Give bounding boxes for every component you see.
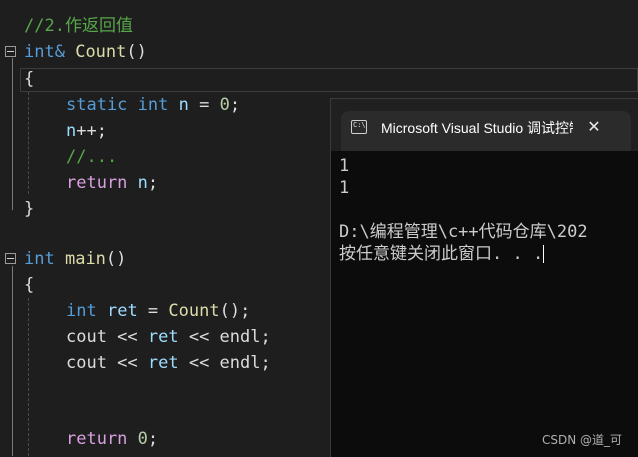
- variable-token: n: [66, 121, 77, 141]
- code-count-signature: int& Count(): [24, 39, 147, 65]
- close-icon[interactable]: ✕: [583, 116, 605, 138]
- stream-token: << endl;: [178, 353, 271, 373]
- variable-token: n: [137, 173, 148, 193]
- code-main-signature: int main(): [24, 246, 126, 272]
- collapse-toggle-main[interactable]: [5, 253, 16, 264]
- operator-token: ++;: [76, 121, 107, 141]
- code-comment-line: //2.作返回值: [24, 16, 133, 36]
- type-token: int: [137, 95, 169, 115]
- code-return-0-line: return 0;: [66, 426, 158, 452]
- function-token: Count: [168, 301, 220, 321]
- semicolon-token: ;: [229, 95, 241, 115]
- paren-token: (): [105, 249, 127, 269]
- variable-token: n: [178, 95, 189, 115]
- code-ret-decl-line: int ret = Count();: [66, 298, 250, 324]
- console-prompt-text: 按任意键关闭此窗口. . .: [339, 244, 544, 264]
- watermark: CSDN @道_可: [541, 433, 622, 447]
- number-token: 0: [137, 429, 148, 449]
- collapse-toggle-count[interactable]: [5, 46, 16, 57]
- variable-token: ret: [147, 327, 179, 347]
- code-return-n-line: return n;: [66, 170, 158, 196]
- code-main-open-brace: {: [24, 275, 35, 295]
- code-open-brace: {: [24, 69, 35, 89]
- return-keyword: return: [66, 173, 128, 193]
- indent-guide-main: [28, 298, 30, 456]
- stream-token: cout <<: [66, 327, 148, 347]
- code-close-brace: }: [24, 199, 35, 219]
- console-titlebar[interactable]: C:\ Microsoft Visual Studio 调试控制台 ✕: [331, 99, 638, 151]
- operator-token: =: [137, 301, 169, 321]
- semicolon-token: ;: [147, 173, 159, 193]
- console-output-line: D:\编程管理\c++代码仓库\202: [339, 222, 588, 242]
- function-token: Count: [75, 42, 127, 62]
- code-cout-line-1: cout << ret << endl;: [66, 324, 271, 350]
- paren-token: ();: [219, 301, 251, 321]
- brace-highlight-box: [20, 68, 638, 92]
- outline-guide-count: [12, 58, 13, 210]
- operator-token: =: [188, 95, 220, 115]
- semicolon-token: ;: [147, 429, 159, 449]
- variable-token: ret: [147, 353, 179, 373]
- stream-token: cout <<: [66, 353, 148, 373]
- paren-token: (): [126, 42, 147, 62]
- stream-token: << endl;: [178, 327, 271, 347]
- terminal-icon: C:\: [351, 120, 367, 134]
- console-output-line: 1: [339, 178, 350, 198]
- function-token: main: [64, 249, 106, 269]
- debug-console-window[interactable]: C:\ Microsoft Visual Studio 调试控制台 ✕ 1 1 …: [330, 98, 638, 457]
- console-title: Microsoft Visual Studio 调试控制台: [381, 120, 573, 136]
- text-cursor: [543, 245, 545, 263]
- code-static-line: static int n = 0;: [66, 92, 240, 118]
- console-output-line: 1: [339, 156, 350, 176]
- keyword-token: static: [66, 95, 128, 115]
- code-increment-line: n++;: [66, 118, 107, 144]
- type-token: int: [66, 301, 97, 321]
- variable-token: ret: [106, 301, 138, 321]
- type-token: int: [24, 249, 55, 269]
- outline-guide-main: [12, 266, 13, 456]
- code-dots-comment: //...: [66, 147, 118, 167]
- type-token: int&: [24, 42, 65, 62]
- number-token: 0: [219, 95, 230, 115]
- code-cout-line-2: cout << ret << endl;: [66, 350, 271, 376]
- indent-guide-count: [28, 92, 30, 194]
- console-prompt-line: 按任意键关闭此窗口. . .: [339, 243, 545, 265]
- return-keyword: return: [66, 429, 128, 449]
